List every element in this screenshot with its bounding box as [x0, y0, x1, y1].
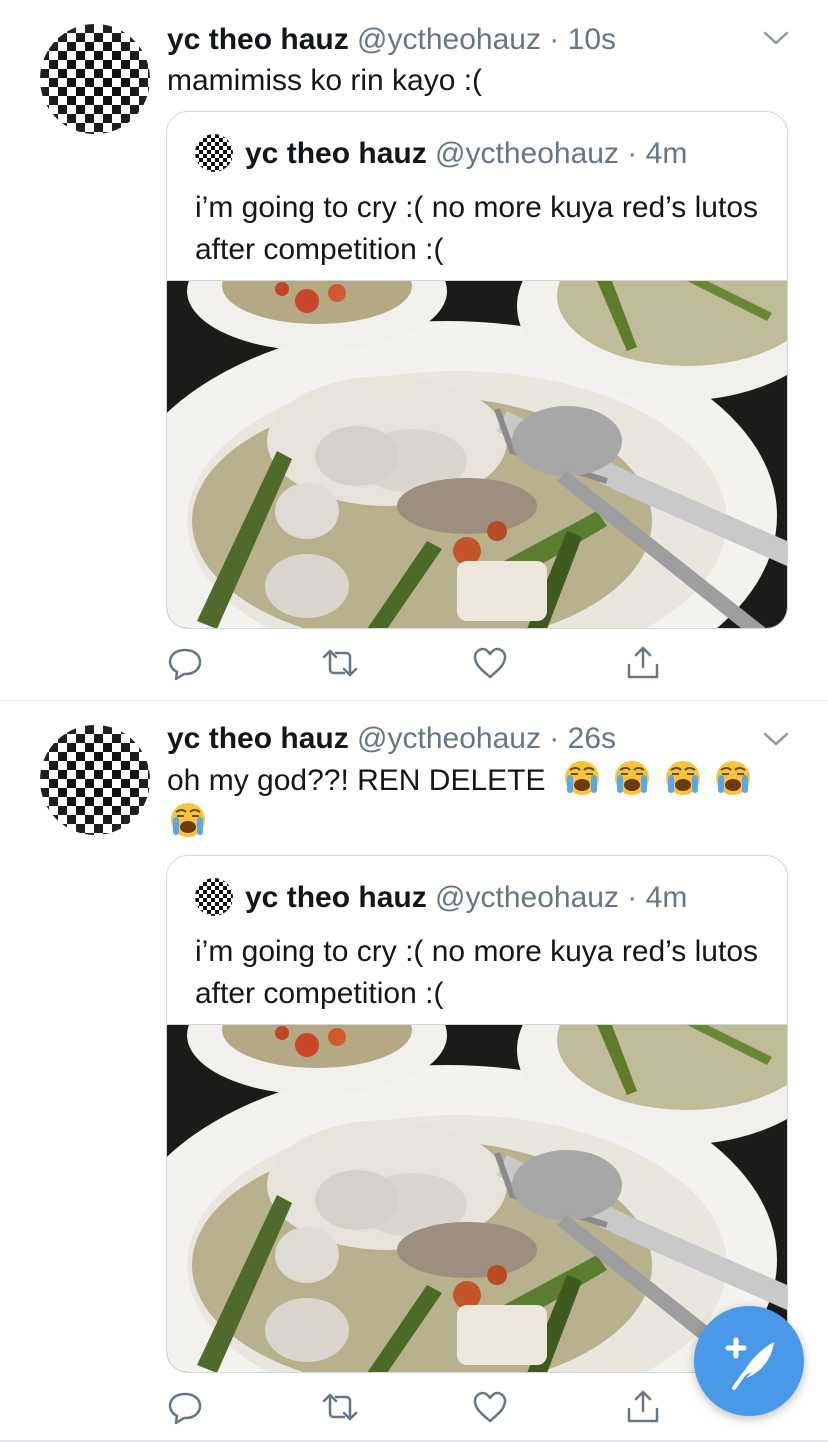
retweet-icon[interactable]: [322, 1389, 358, 1425]
like-icon[interactable]: [472, 645, 508, 681]
share-icon[interactable]: [625, 645, 661, 681]
like-icon[interactable]: [472, 1389, 508, 1425]
chevron-down-icon[interactable]: [762, 28, 790, 48]
quoted-author-name: yc theo hauz: [245, 881, 427, 914]
tweet-text-block: oh my god??! REN DELETE: [167, 760, 767, 844]
loudly-crying-face-emoji: [614, 760, 650, 796]
share-icon[interactable]: [625, 1389, 661, 1425]
author-name[interactable]: yc theo hauz: [167, 722, 349, 755]
quoted-avatar: [195, 878, 233, 916]
author-handle[interactable]: @yctheohauz: [357, 23, 541, 56]
action-bar: [167, 1389, 687, 1429]
tweet-header: yc theo hauz @yctheohauz · 10s: [167, 22, 616, 58]
chevron-down-icon[interactable]: [762, 729, 790, 749]
loudly-crying-face-emoji: [665, 760, 701, 796]
quoted-timestamp: 4m: [645, 137, 688, 170]
quoted-text: i’m going to cry :( no more kuya red’s l…: [195, 191, 759, 266]
action-bar: [167, 645, 687, 685]
quoted-text: i’m going to cry :( no more kuya red’s l…: [195, 935, 759, 1010]
meta-separator: ·: [627, 881, 638, 914]
quoted-author-handle: @yctheohauz: [435, 137, 619, 170]
loudly-crying-face-emoji: [564, 760, 600, 796]
meta-separator: ·: [549, 23, 560, 56]
tweet[interactable]: yc theo hauz @yctheohauz · 10s mamimiss …: [0, 0, 828, 700]
quoted-header: yc theo hauz @yctheohauz · 4m: [245, 134, 687, 174]
quoted-timestamp: 4m: [645, 881, 688, 914]
meta-separator: ·: [627, 137, 638, 170]
reply-icon[interactable]: [167, 1389, 203, 1425]
tweet-header: yc theo hauz @yctheohauz · 26s: [167, 721, 616, 757]
reply-icon[interactable]: [167, 645, 203, 681]
quoted-author-name: yc theo hauz: [245, 137, 427, 170]
meta-separator: ·: [549, 722, 560, 755]
compose-icon: [725, 1337, 774, 1390]
timestamp[interactable]: 10s: [568, 23, 616, 56]
avatar[interactable]: [40, 24, 150, 134]
quoted-tweet[interactable]: yc theo hauz @yctheohauz · 4m i’m going …: [166, 855, 788, 1373]
timestamp[interactable]: 26s: [568, 722, 616, 755]
compose-tweet-button[interactable]: [694, 1306, 804, 1416]
quoted-header: yc theo hauz @yctheohauz · 4m: [245, 878, 687, 918]
quoted-photo[interactable]: [167, 280, 787, 629]
quoted-tweet[interactable]: yc theo hauz @yctheohauz · 4m i’m going …: [166, 111, 788, 629]
loudly-crying-face-emoji: [170, 802, 206, 838]
tweet-text: mamimiss ko rin kayo :(: [167, 64, 483, 97]
retweet-icon[interactable]: [322, 645, 358, 681]
quoted-author-handle: @yctheohauz: [435, 881, 619, 914]
loudly-crying-face-emoji: [715, 760, 751, 796]
tweet-text: oh my god??! REN DELETE: [167, 764, 546, 797]
author-handle[interactable]: @yctheohauz: [357, 722, 541, 755]
food-photo-image: [167, 281, 787, 629]
author-name[interactable]: yc theo hauz: [167, 23, 349, 56]
avatar[interactable]: [40, 725, 150, 835]
quoted-avatar: [195, 134, 233, 172]
